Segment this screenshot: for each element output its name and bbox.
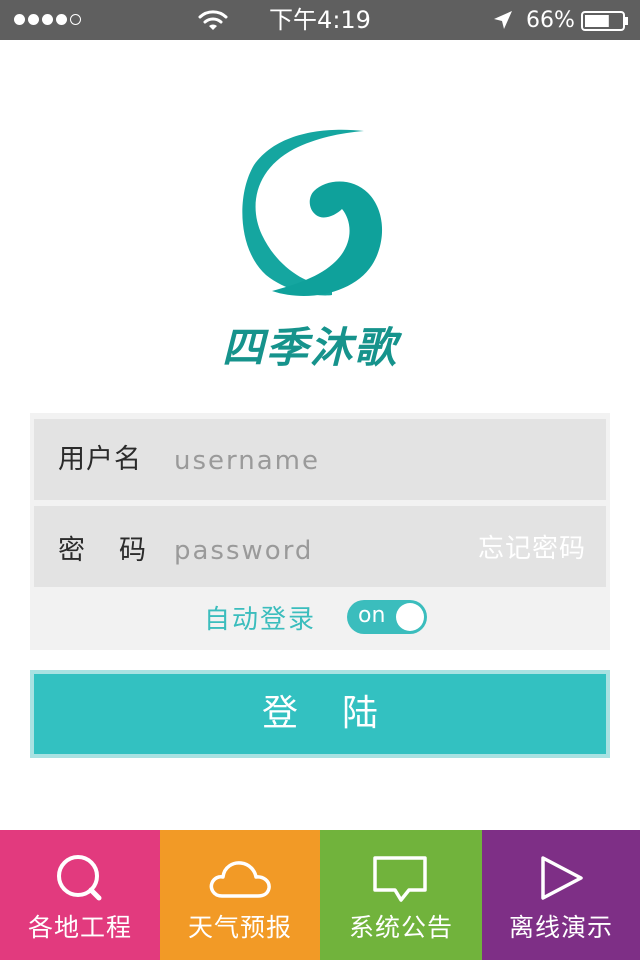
location-arrow-icon: [494, 11, 512, 29]
search-icon: [57, 855, 102, 901]
username-field-row: 用户名: [34, 419, 606, 500]
signal-strength-icon: [14, 14, 81, 25]
password-label: 密码: [58, 535, 180, 566]
tab-offline-demo[interactable]: 离线演示: [482, 830, 640, 960]
status-bar: 下午4:19 66%: [0, 0, 640, 40]
tab-label: 离线演示: [508, 913, 613, 942]
brand-name: 四季沐歌: [221, 323, 398, 372]
message-icon: [373, 856, 427, 902]
tab-weather[interactable]: 天气预报: [160, 830, 320, 960]
username-label: 用户名: [58, 444, 142, 475]
tab-projects[interactable]: 各地工程: [0, 830, 160, 960]
toggle-knob: [396, 603, 424, 631]
cloud-icon: [209, 861, 271, 898]
swirl-logo-icon: [242, 129, 383, 296]
battery-icon: [581, 11, 628, 31]
wifi-icon: [198, 10, 228, 30]
login-button[interactable]: 登陆: [30, 670, 610, 758]
tab-label: 各地工程: [27, 913, 132, 942]
username-input[interactable]: [174, 441, 434, 481]
forgot-password-link[interactable]: 忘记密码: [478, 532, 586, 566]
auto-login-label: 自动登录: [204, 605, 317, 635]
auto-login-toggle[interactable]: on: [347, 600, 427, 634]
status-time: 下午4:19: [269, 6, 371, 34]
toggle-state-text: on: [358, 603, 386, 628]
battery-percentage: 66%: [526, 8, 575, 33]
password-field-row: 密码 忘记密码: [34, 506, 606, 587]
tab-announcements[interactable]: 系统公告: [320, 830, 482, 960]
password-input[interactable]: [174, 531, 454, 571]
bottom-tab-bar: 各地工程 天气预报 系统公告 离线演示: [0, 830, 640, 960]
play-icon: [541, 856, 583, 900]
login-form: 用户名 密码 忘记密码 自动登录 on: [30, 413, 610, 650]
tab-label: 系统公告: [348, 913, 453, 942]
tab-label: 天气预报: [187, 913, 292, 942]
